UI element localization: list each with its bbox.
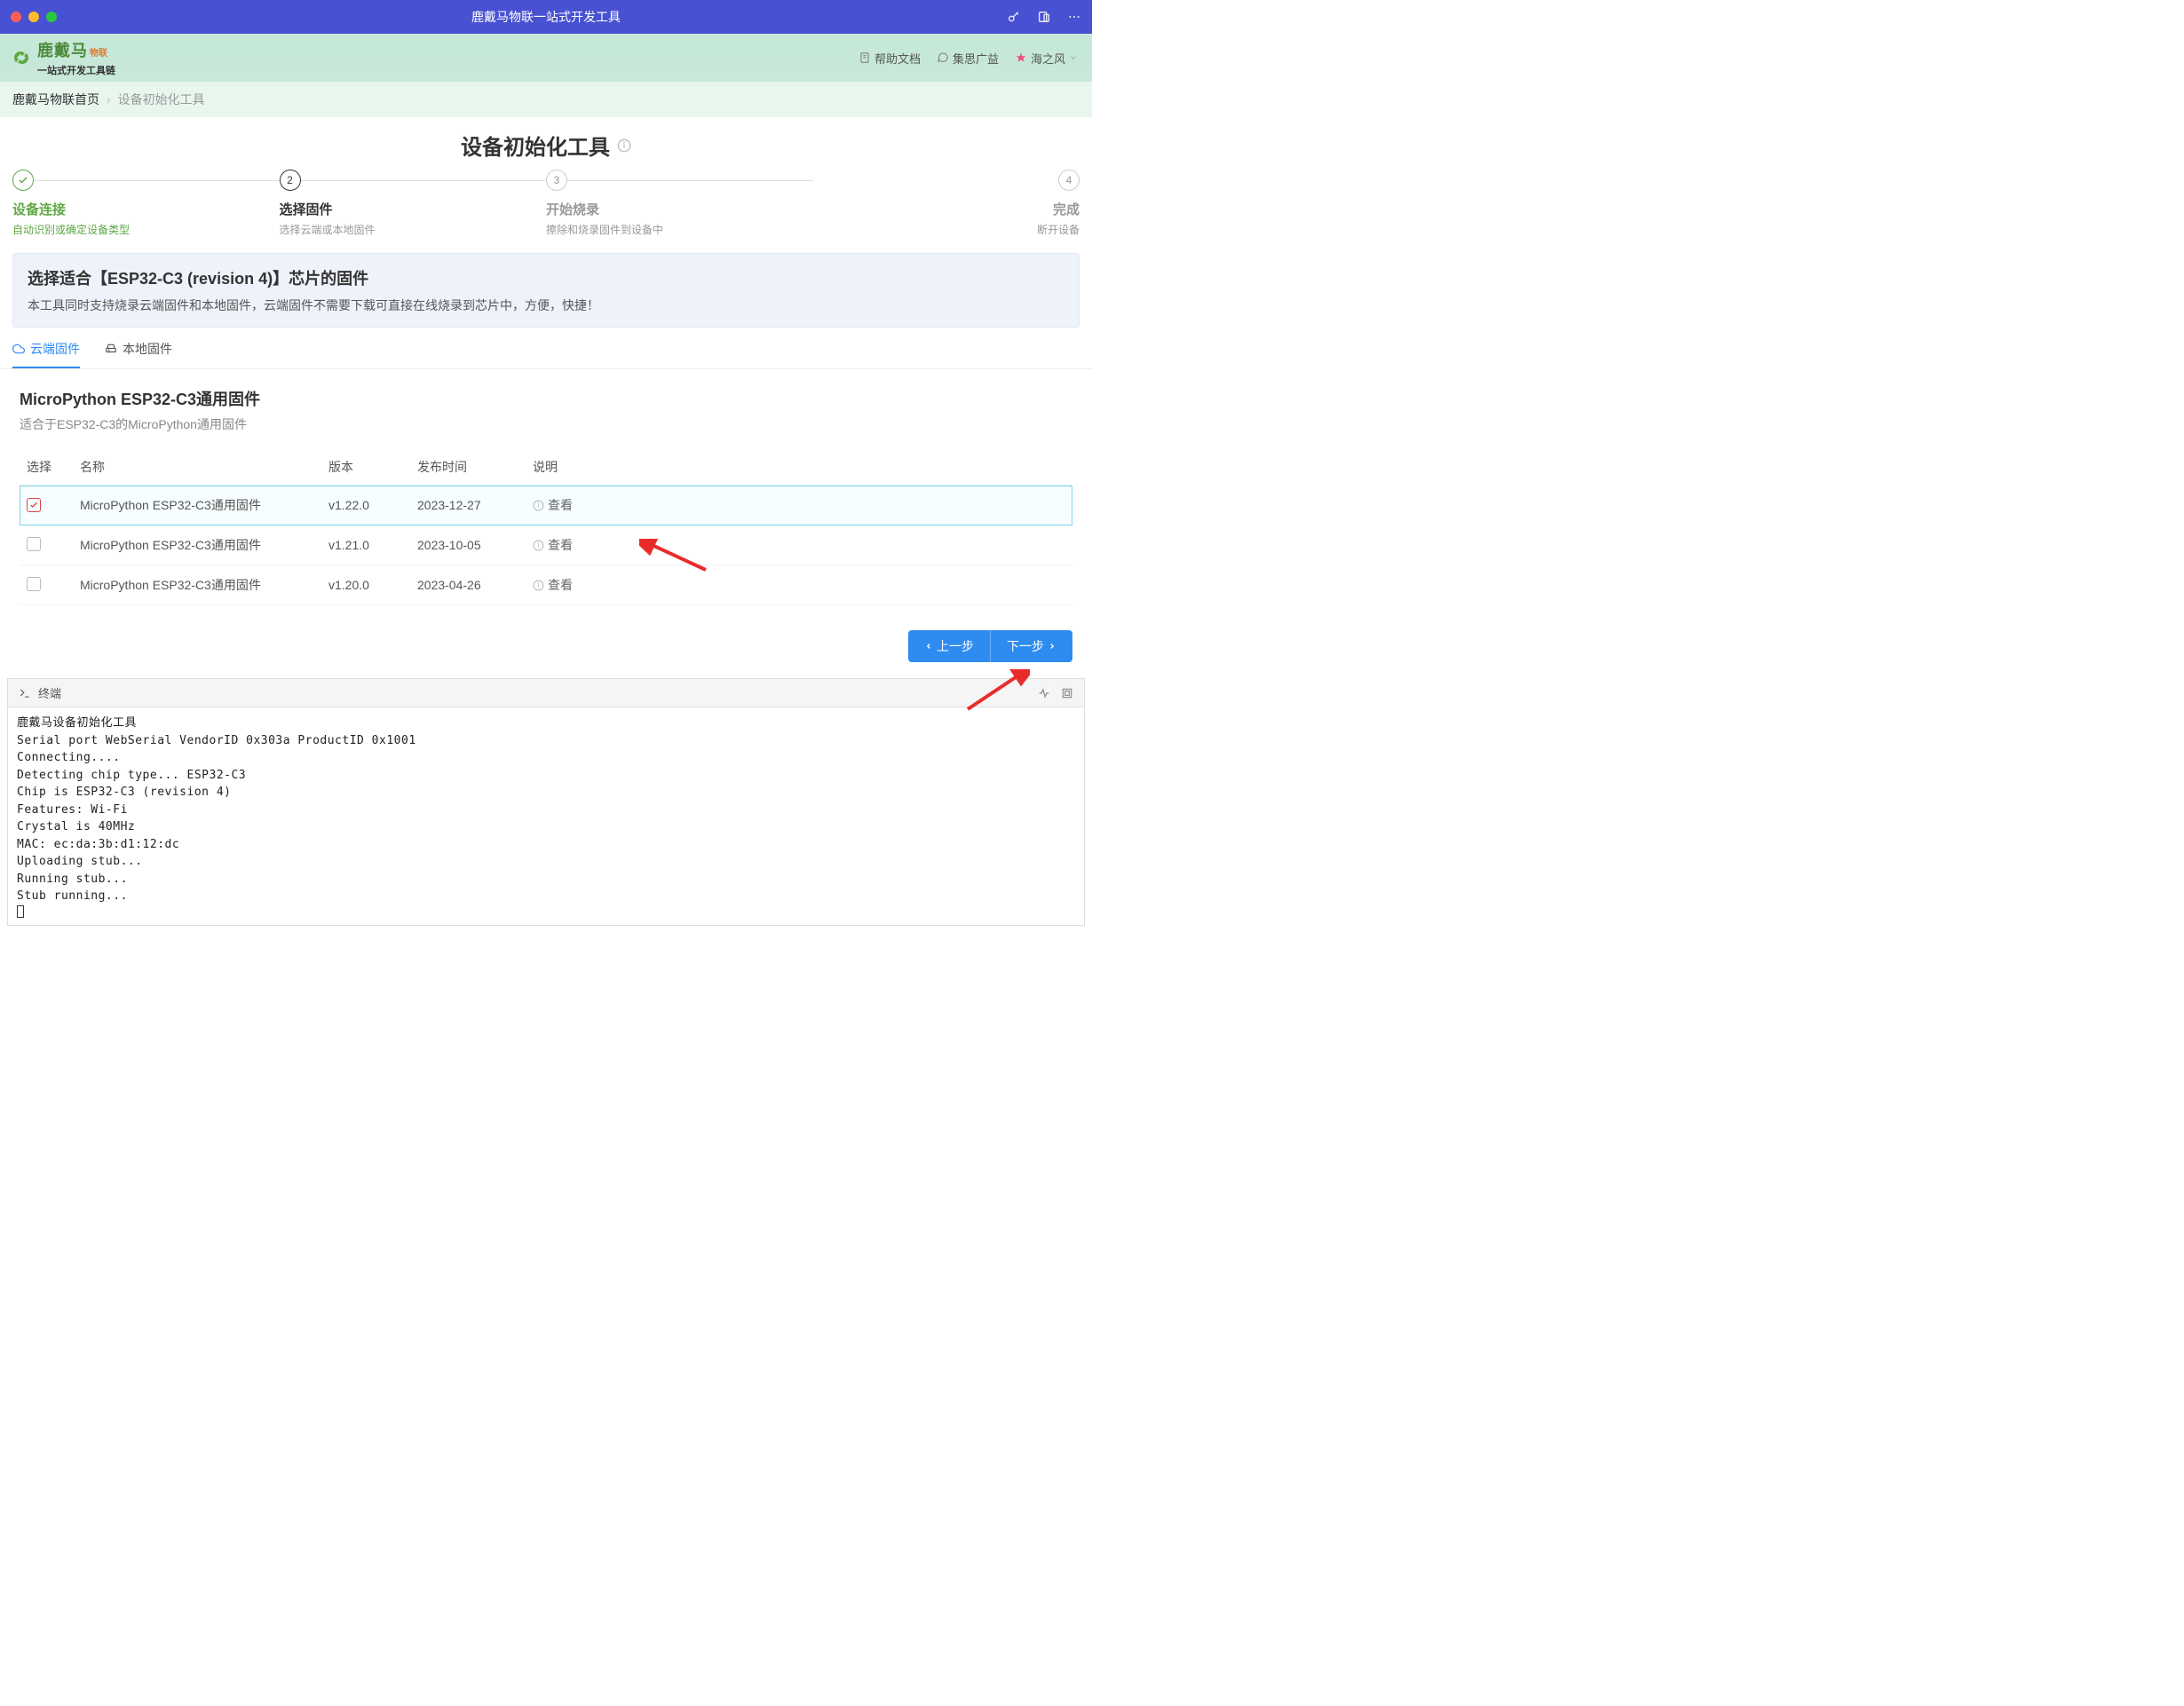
logo[interactable]: 鹿戴马物联 一站式开发工具链 <box>11 38 115 77</box>
minimize-window-button[interactable] <box>28 12 39 22</box>
row-date: 2023-12-27 <box>410 486 526 525</box>
info-icon <box>533 580 544 591</box>
expand-icon[interactable] <box>1061 687 1073 699</box>
terminal-cursor <box>17 905 24 918</box>
alert-desc: 本工具同时支持烧录云端固件和本地固件，云端固件不需要下载可直接在线烧录到芯片中，… <box>28 296 1064 314</box>
step-2-desc: 选择云端或本地固件 <box>280 222 547 237</box>
step-1-desc: 自动识别或确定设备类型 <box>12 222 280 237</box>
firmware-table: 选择 名称 版本 发布时间 说明 MicroPython ESP32-C3通用固… <box>20 449 1072 605</box>
user-menu[interactable]: 海之风 <box>1015 50 1078 67</box>
row-version: v1.22.0 <box>321 486 410 525</box>
view-link[interactable]: 查看 <box>533 496 573 514</box>
info-icon[interactable] <box>617 138 631 153</box>
firmware-title: MicroPython ESP32-C3通用固件 <box>20 387 1072 410</box>
row-name: MicroPython ESP32-C3通用固件 <box>73 565 321 605</box>
col-desc: 说明 <box>526 449 1072 486</box>
breadcrumb-separator: › <box>107 92 111 107</box>
maximize-window-button[interactable] <box>46 12 57 22</box>
step-1: 设备连接 自动识别或确定设备类型 <box>12 170 280 237</box>
titlebar: 鹿戴马物联一站式开发工具 <box>0 0 1092 34</box>
breadcrumb: 鹿戴马物联首页 › 设备初始化工具 <box>0 82 1092 117</box>
alert-box: 选择适合【ESP32-C3 (revision 4)】芯片的固件 本工具同时支持… <box>12 253 1080 328</box>
page-title-row: 设备初始化工具 <box>0 117 1092 170</box>
chevron-down-icon <box>1069 53 1078 62</box>
clear-icon[interactable] <box>1038 687 1050 699</box>
brand-tagline: 一站式开发工具链 <box>37 63 115 77</box>
window-controls <box>11 12 57 22</box>
step-3: 3 开始烧录 擦除和烧录固件到设备中 <box>546 170 813 237</box>
terminal-header: 终端 <box>7 678 1085 707</box>
device-icon[interactable] <box>1037 10 1051 24</box>
step-4-desc: 断开设备 <box>813 222 1080 237</box>
step-4-circle: 4 <box>1058 170 1080 191</box>
info-icon <box>533 540 544 551</box>
next-button[interactable]: 下一步 <box>991 630 1072 662</box>
firmware-tabs: 云端固件 本地固件 <box>0 328 1092 369</box>
row-name: MicroPython ESP32-C3通用固件 <box>73 525 321 565</box>
more-icon[interactable] <box>1067 10 1081 24</box>
page-title: 设备初始化工具 <box>461 130 610 161</box>
breadcrumb-home[interactable]: 鹿戴马物联首页 <box>12 91 99 108</box>
row-checkbox[interactable] <box>27 577 41 591</box>
table-row[interactable]: MicroPython ESP32-C3通用固件 v1.20.0 2023-04… <box>20 565 1072 605</box>
terminal-title: 终端 <box>38 684 61 701</box>
col-version: 版本 <box>321 449 410 486</box>
row-checkbox[interactable] <box>27 537 41 551</box>
view-link[interactable]: 查看 <box>533 536 573 554</box>
col-name: 名称 <box>73 449 321 486</box>
breadcrumb-current: 设备初始化工具 <box>118 91 205 108</box>
chevron-right-icon <box>1048 642 1056 651</box>
window-title: 鹿戴马物联一站式开发工具 <box>471 8 621 26</box>
terminal-icon <box>19 687 31 699</box>
brand-sub: 物联 <box>90 49 107 59</box>
col-select: 选择 <box>20 449 73 486</box>
firmware-desc: 适合于ESP32-C3的MicroPython通用固件 <box>20 415 1072 433</box>
prev-button[interactable]: 上一步 <box>908 630 991 662</box>
chat-icon <box>937 51 949 64</box>
step-4-title: 完成 <box>813 200 1080 218</box>
row-checkbox[interactable] <box>27 498 41 512</box>
chevron-left-icon <box>924 642 933 651</box>
step-4: 4 完成 断开设备 <box>813 170 1080 237</box>
step-2-circle: 2 <box>280 170 301 191</box>
help-link[interactable]: 帮助文档 <box>859 50 921 67</box>
app-header: 鹿戴马物联 一站式开发工具链 帮助文档 集思广益 海之风 <box>0 34 1092 82</box>
step-1-circle <box>12 170 34 191</box>
tab-local-firmware[interactable]: 本地固件 <box>105 340 172 368</box>
row-version: v1.20.0 <box>321 565 410 605</box>
steps: 设备连接 自动识别或确定设备类型 2 选择固件 选择云端或本地固件 3 开始烧录… <box>0 170 1092 253</box>
hdd-icon <box>105 343 117 355</box>
key-icon[interactable] <box>1007 10 1021 24</box>
check-icon <box>18 175 28 186</box>
table-row[interactable]: MicroPython ESP32-C3通用固件 v1.21.0 2023-10… <box>20 525 1072 565</box>
row-date: 2023-10-05 <box>410 525 526 565</box>
col-date: 发布时间 <box>410 449 526 486</box>
step-3-circle: 3 <box>546 170 567 191</box>
view-link[interactable]: 查看 <box>533 576 573 594</box>
brand-name: 鹿戴马 <box>37 42 88 59</box>
logo-icon <box>11 47 32 68</box>
step-2: 2 选择固件 选择云端或本地固件 <box>280 170 547 237</box>
alert-title: 选择适合【ESP32-C3 (revision 4)】芯片的固件 <box>28 266 1064 289</box>
step-3-title: 开始烧录 <box>546 200 813 218</box>
doc-icon <box>859 51 871 64</box>
step-1-title: 设备连接 <box>12 200 280 218</box>
tab-cloud-firmware[interactable]: 云端固件 <box>12 340 80 368</box>
user-avatar-icon <box>1015 51 1027 64</box>
row-date: 2023-04-26 <box>410 565 526 605</box>
cloud-icon <box>12 343 25 355</box>
check-icon <box>29 501 38 509</box>
step-3-desc: 擦除和烧录固件到设备中 <box>546 222 813 237</box>
step-2-title: 选择固件 <box>280 200 547 218</box>
row-name: MicroPython ESP32-C3通用固件 <box>73 486 321 525</box>
action-buttons: 上一步 下一步 <box>0 605 1092 678</box>
community-link[interactable]: 集思广益 <box>937 50 999 67</box>
info-icon <box>533 500 544 511</box>
row-version: v1.21.0 <box>321 525 410 565</box>
close-window-button[interactable] <box>11 12 21 22</box>
terminal-output[interactable]: 鹿戴马设备初始化工具 Serial port WebSerial VendorI… <box>7 707 1085 926</box>
firmware-section: MicroPython ESP32-C3通用固件 适合于ESP32-C3的Mic… <box>0 373 1092 440</box>
table-row[interactable]: MicroPython ESP32-C3通用固件 v1.22.0 2023-12… <box>20 486 1072 525</box>
